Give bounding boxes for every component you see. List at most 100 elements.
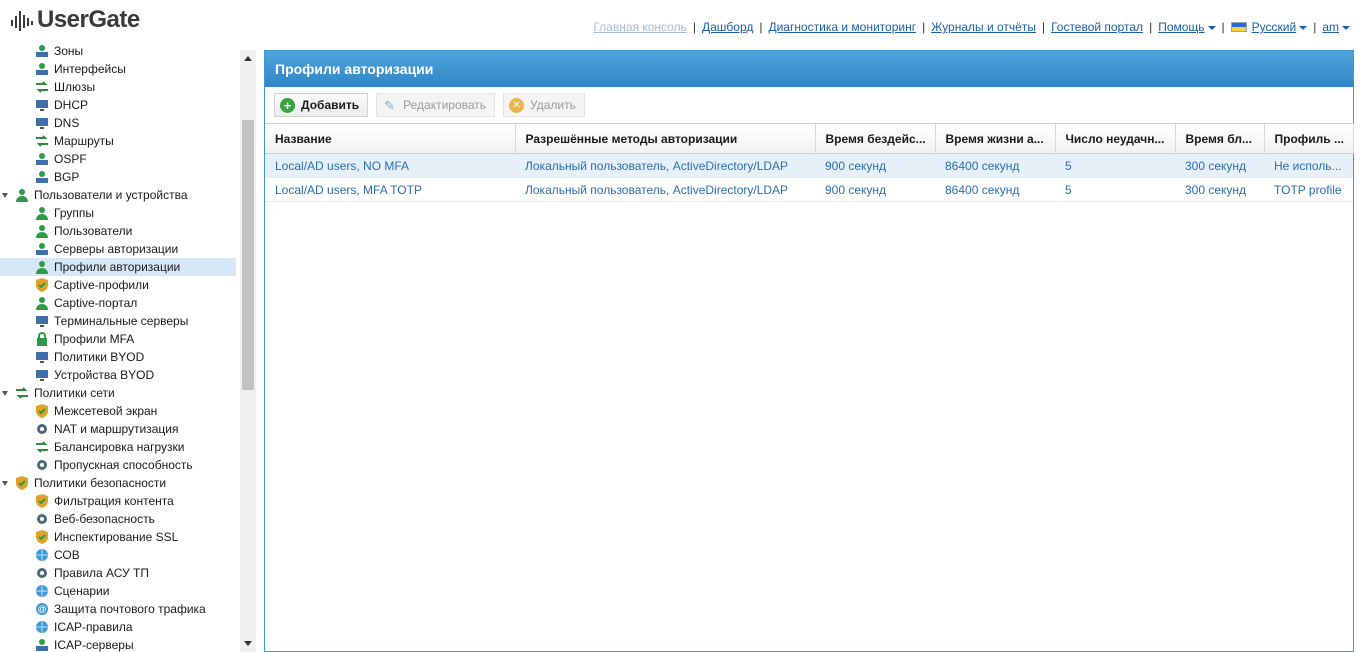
scroll-up-arrow-icon[interactable] — [244, 56, 252, 61]
byod-policy-icon — [34, 349, 50, 365]
table-cell: 86400 секунд — [935, 153, 1055, 178]
column-header-block-time[interactable]: Время бл... — [1175, 123, 1265, 154]
bandwidth-icon — [34, 457, 50, 473]
chevron-down-icon — [1342, 25, 1350, 30]
bgp-icon — [34, 169, 50, 185]
add-button[interactable]: + Добавить — [274, 93, 369, 117]
sidebar-item[interactable]: Пользователи — [34, 222, 236, 240]
sidebar-item[interactable]: Профили авторизации — [0, 258, 236, 276]
svg-text:@: @ — [37, 604, 46, 614]
edit-button[interactable]: ✎ Редактировать — [376, 93, 496, 117]
icap-servers-icon — [34, 637, 50, 652]
sidebar-item-label: Веб-безопасность — [54, 512, 155, 526]
sidebar-item[interactable]: OSPF — [34, 150, 236, 168]
column-header-lifetime[interactable]: Время жизни а... — [935, 123, 1056, 154]
scrollbar-thumb[interactable] — [242, 120, 254, 390]
sidebar-item[interactable]: Профили MFA — [34, 330, 236, 348]
sidebar-item[interactable]: Политики BYOD — [34, 348, 236, 366]
table-cell: Local/AD users, NO MFA — [265, 153, 515, 178]
sidebar-group[interactable]: Пользователи и устройства — [0, 186, 236, 204]
sidebar-item[interactable]: @ Защита почтового трафика — [34, 600, 236, 618]
nav-dashboard[interactable]: Дашборд — [702, 20, 753, 34]
sidebar-item-label: Инспектирование SSL — [54, 530, 179, 544]
sidebar-item[interactable]: СОВ — [34, 546, 236, 564]
column-header-methods[interactable]: Разрешённые методы авторизации — [515, 123, 816, 154]
sidebar-item[interactable]: Captive-портал — [34, 294, 236, 312]
nav-language-menu[interactable]: Русский — [1252, 20, 1308, 34]
sidebar-item[interactable]: Пропускная способность — [34, 456, 236, 474]
sidebar-item-label: Терминальные серверы — [54, 314, 189, 328]
table-row[interactable]: Local/AD users, NO MFA Локальный пользова… — [265, 153, 1353, 178]
table-body: Local/AD users, NO MFA Локальный пользова… — [265, 153, 1353, 202]
sidebar-item[interactable]: Устройства BYOD — [34, 366, 236, 384]
sidebar-item[interactable]: Балансировка нагрузки — [34, 438, 236, 456]
nav-diagnostics[interactable]: Диагностика и мониторинг — [768, 20, 916, 34]
sidebar-item[interactable]: Правила АСУ ТП — [34, 564, 236, 582]
table-row[interactable]: Local/AD users, MFA TOTP Локальный пользо… — [265, 177, 1353, 202]
expand-toggle-icon[interactable] — [2, 480, 8, 486]
sidebar-item-label: Устройства BYOD — [54, 368, 155, 382]
mail-protection-icon: @ — [34, 601, 50, 617]
captive-profile-icon — [34, 277, 50, 293]
sidebar-item[interactable]: Межсетевой экран — [34, 402, 236, 420]
sidebar-item-label: Политики безопасности — [34, 476, 167, 490]
table-cell: 900 секунд — [815, 153, 935, 178]
column-header-failed-attempts[interactable]: Число неудачн... — [1055, 123, 1176, 154]
expand-toggle-icon[interactable] — [2, 192, 8, 198]
sidebar-group[interactable]: Политики безопасности — [0, 474, 236, 492]
sidebar-group[interactable]: Политики сети — [0, 384, 236, 402]
sidebar-item[interactable]: Группы — [34, 204, 236, 222]
column-header-profile[interactable]: Профиль ... — [1264, 123, 1354, 154]
sidebar-item[interactable]: Captive-профили — [34, 276, 236, 294]
sidebar-item[interactable]: Интерфейсы — [34, 60, 236, 78]
firewall-icon — [34, 403, 50, 419]
auth-profile-icon — [34, 259, 50, 275]
sidebar-scrollbar[interactable] — [240, 50, 256, 652]
users-devices-icon — [14, 187, 30, 203]
sidebar-item[interactable]: Веб-безопасность — [34, 510, 236, 528]
sidebar-item[interactable]: DHCP — [34, 96, 236, 114]
sidebar-item-label: Межсетевой экран — [54, 404, 158, 418]
delete-button-label: Удалить — [530, 98, 576, 112]
expand-toggle-icon[interactable] — [2, 390, 8, 396]
sidebar-item[interactable]: NAT и маршрутизация — [34, 420, 236, 438]
sidebar-item-label: Группы — [54, 206, 94, 220]
table-cell: Local/AD users, MFA TOTP — [265, 177, 515, 202]
mfa-profile-icon — [34, 331, 50, 347]
nav-help-menu[interactable]: Помощь — [1158, 20, 1216, 34]
sidebar-item-label: Пользователи и устройства — [34, 188, 188, 202]
nav-language-label: Русский — [1251, 20, 1297, 34]
column-header-idle-time[interactable]: Время бездейс... — [815, 123, 936, 154]
table-cell: 300 секунд — [1175, 177, 1264, 202]
gateways-icon — [34, 79, 50, 95]
sidebar-item[interactable]: Фильтрация контента — [34, 492, 236, 510]
sidebar-item[interactable]: Маршруты — [34, 132, 236, 150]
dns-icon — [34, 115, 50, 131]
usergate-logo[interactable]: UserGate — [10, 6, 140, 34]
sidebar-item[interactable]: Сценарии — [34, 582, 236, 600]
sidebar-item[interactable]: DNS — [34, 114, 236, 132]
column-header-name[interactable]: Название — [265, 123, 516, 154]
sidebar-item[interactable]: ICAP-серверы — [34, 636, 236, 652]
nav-guest-portal[interactable]: Гостевой портал — [1051, 20, 1143, 34]
sidebar-item[interactable]: Зоны — [34, 44, 236, 60]
delete-button[interactable]: ✕ Удалить — [503, 93, 585, 117]
nav-user-menu[interactable]: am — [1322, 20, 1350, 34]
sidebar-item-label: Зоны — [54, 44, 84, 58]
sidebar-item-label: Captive-профили — [54, 278, 149, 292]
sidebar-item[interactable]: BGP — [34, 168, 236, 186]
sidebar-item[interactable]: Терминальные серверы — [34, 312, 236, 330]
flag-icon — [1230, 22, 1247, 32]
auth-profiles-panel: Профили авторизации + Добавить ✎ Редакти… — [264, 50, 1354, 652]
plus-icon: + — [280, 97, 295, 113]
sidebar-item-label: BGP — [54, 170, 80, 184]
nav-logs-reports[interactable]: Журналы и отчёты — [931, 20, 1036, 34]
scroll-down-arrow-icon[interactable] — [244, 641, 252, 646]
sidebar-item[interactable]: Серверы авторизации — [34, 240, 236, 258]
logo-bars-icon — [11, 11, 33, 31]
user-icon — [34, 223, 50, 239]
sidebar-item[interactable]: Шлюзы — [34, 78, 236, 96]
sidebar-item[interactable]: Инспектирование SSL — [34, 528, 236, 546]
web-security-icon — [34, 511, 50, 527]
sidebar-item[interactable]: ICAP-правила — [34, 618, 236, 636]
